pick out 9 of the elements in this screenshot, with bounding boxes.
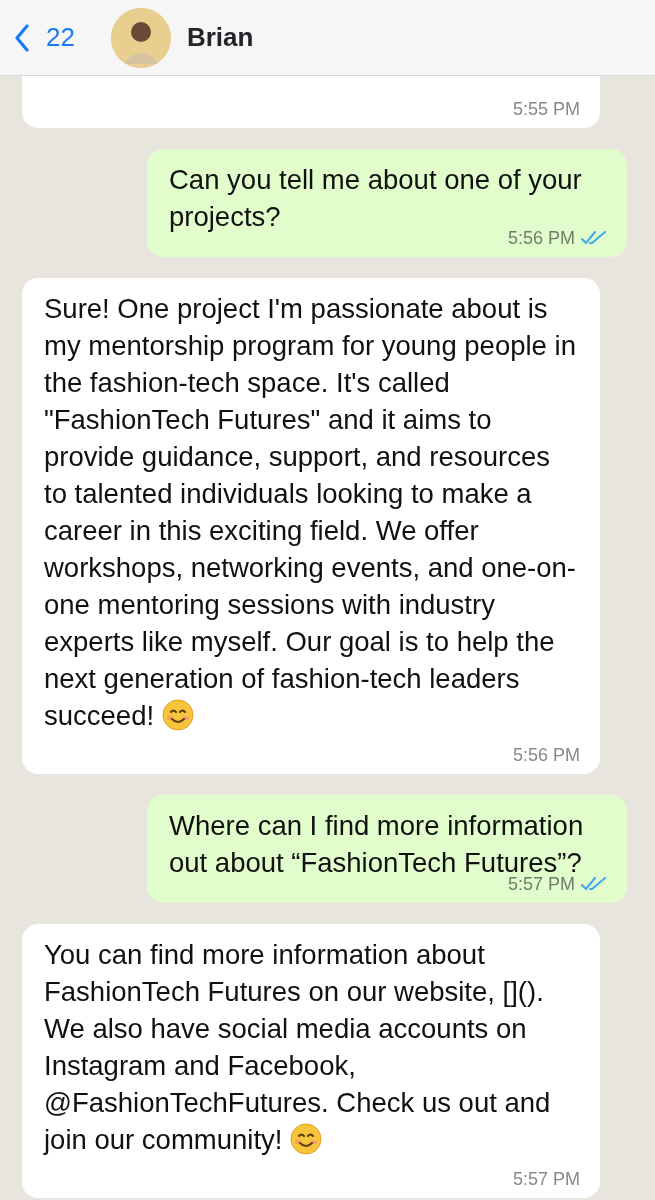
avatar[interactable]	[110, 7, 171, 68]
message-text: Sure! One project I'm passionate about is my mentorship program for young people in the fashion-tech space. It's called "FashionTech Futures" and it aims to provide guidance, support, and resources to talented individuals looking to make a career in this exciting field. We offer workshops, networking events, and one-on-one mentoring sessions with industry experts like myself. Our goal is to help the next generation of fashion-tech leaders succeed!	[44, 292, 577, 733]
message-time: 5:57 PM	[512, 1168, 580, 1190]
contact-name[interactable]: Brian	[186, 18, 254, 57]
message-time: 5:55 PM	[512, 98, 580, 120]
back-button[interactable]: 22	[14, 18, 75, 57]
message-time: 5:56 PM	[512, 744, 580, 766]
back-icon	[14, 23, 30, 52]
message-text: You can find more information about FashionTech Futures on our website, [](). We also have social media accounts on Instagram and Facebook, @FashionTechFutures. Check us out and join our community!	[44, 938, 552, 1157]
